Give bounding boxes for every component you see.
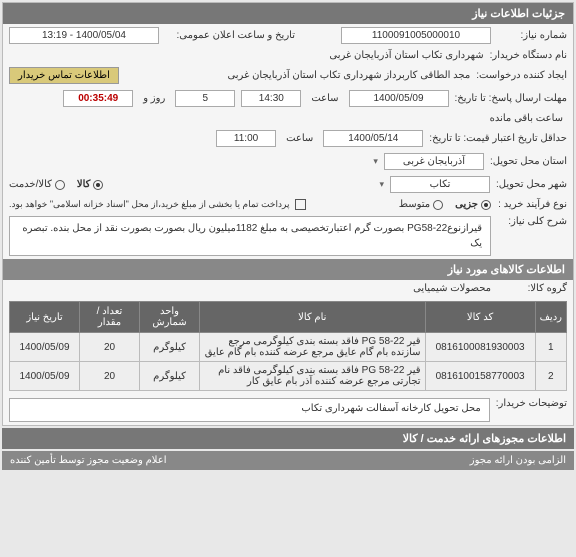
cell-idx: 1 — [535, 333, 566, 362]
th-date: تاریخ نیاز — [10, 302, 80, 333]
buy-type-label: نوع فرآیند خرید : — [497, 199, 567, 210]
summary-label: شرح کلی نیاز: — [497, 216, 567, 227]
city-label: شهر محل تحویل: — [496, 179, 567, 190]
buy-process-radio[interactable]: جزیی متوسط — [399, 199, 491, 210]
province-label: استان محل تحویل: — [490, 156, 567, 167]
group-value: محصولات شیمیایی — [413, 283, 491, 294]
group-label: گروه کالا: — [497, 283, 567, 294]
pay-note-text: پرداخت تمام یا بخشی از مبلغ خرید،از محل … — [9, 199, 289, 210]
cell-name: قیر PG 58-22 فاقد بسته بندی کیلوگرمی فاق… — [200, 362, 426, 391]
th-name: نام کالا — [200, 302, 426, 333]
radio-dot-icon — [55, 180, 65, 190]
deadline-date: 1400/05/09 — [349, 90, 449, 107]
contact-buyer-button[interactable]: اطلاعات تماس خریدار — [9, 67, 119, 84]
th-unit: واحد شمارش — [140, 302, 200, 333]
province-value: آذربایجان غربی — [384, 153, 484, 170]
validity-time-label: ساعت — [286, 133, 313, 144]
deadline-days: 5 — [175, 90, 235, 107]
cell-unit: کیلوگرم — [140, 362, 200, 391]
goods-table: ردیف کد کالا نام کالا واحد شمارش تعداد /… — [9, 301, 567, 391]
deadline-time-label: ساعت — [311, 93, 338, 104]
buyer-notes-label: توضیحات خریدار: — [496, 398, 567, 409]
treasury-checkbox[interactable] — [295, 199, 306, 210]
buyer-notes-text: محل تحویل کارخانه آسفالت شهرداری تکاب — [9, 398, 490, 422]
countdown-timer: 00:35:49 — [63, 90, 133, 107]
th-code: کد کالا — [425, 302, 535, 333]
city-value: تکاب — [390, 176, 490, 193]
buyer-org-label: نام دستگاه خریدار: — [490, 50, 567, 61]
buyer-org-value: شهرداری تکاب استان آذربایجان غربی — [329, 50, 483, 61]
permits-header: اطلاعات مجوزهای ارائه خدمت / کالا — [2, 428, 574, 449]
cell-name: قیر PG 58-22 فاقد بسته بندی کیلوگرمی مرج… — [200, 333, 426, 362]
th-idx: ردیف — [535, 302, 566, 333]
th-qty: تعداد / مقدار — [80, 302, 140, 333]
cell-qty: 20 — [80, 333, 140, 362]
cell-unit: کیلوگرم — [140, 333, 200, 362]
cell-qty: 20 — [80, 362, 140, 391]
validity-label: حداقل تاریخ اعتبار قیمت: تا تاریخ: — [429, 133, 567, 144]
permits-subheader: الزامی بودن ارائه مجوز اعلام وضعیت مجوز … — [2, 451, 574, 470]
need-no-label: شماره نیاز: — [497, 30, 567, 41]
footer-left: اعلام وضعیت مجوز توسط تأمین کننده — [10, 455, 167, 466]
summary-text: قیرازنوعPG58-22 بصورت گرم اعتبارتخصیصی ب… — [9, 216, 491, 256]
announce-value: 1400/05/04 - 13:19 — [9, 27, 159, 44]
chevron-down-icon: ▾ — [373, 156, 378, 167]
remain-label: ساعت باقی مانده — [490, 113, 563, 124]
table-row: 10816100081930003قیر PG 58-22 فاقد بسته … — [10, 333, 567, 362]
cell-date: 1400/05/09 — [10, 333, 80, 362]
chevron-down-icon: ▾ — [379, 179, 384, 190]
deadline-days-label: روز و — [143, 93, 165, 104]
validity-time: 11:00 — [216, 130, 276, 147]
validity-date: 1400/05/14 — [323, 130, 423, 147]
need-no-value: 1100091005000010 — [341, 27, 491, 44]
radio-dot-icon — [433, 200, 443, 210]
deadline-time: 14:30 — [241, 90, 301, 107]
radio-dot-icon — [481, 200, 491, 210]
cell-idx: 2 — [535, 362, 566, 391]
cell-code: 0816100158770003 — [425, 362, 535, 391]
goods-service-radio[interactable]: کالا کالا/خدمت — [9, 179, 103, 190]
radio-dot-icon — [93, 180, 103, 190]
deadline-label: مهلت ارسال پاسخ: تا تاریخ: — [455, 93, 567, 104]
cell-code: 0816100081930003 — [425, 333, 535, 362]
cell-date: 1400/05/09 — [10, 362, 80, 391]
footer-right: الزامی بودن ارائه مجوز — [470, 455, 566, 466]
table-row: 20816100158770003قیر PG 58-22 فاقد بسته … — [10, 362, 567, 391]
announce-label: تاریخ و ساعت اعلان عمومی: — [165, 30, 295, 41]
details-header: جزئیات اطلاعات نیاز — [3, 3, 573, 24]
goods-header: اطلاعات کالاهای مورد نیاز — [3, 259, 573, 280]
creator-label: ایجاد کننده درخواست: — [476, 70, 567, 81]
creator-value: مجد الطاقی کاربرداز شهرداری تکاب استان آ… — [227, 70, 470, 81]
